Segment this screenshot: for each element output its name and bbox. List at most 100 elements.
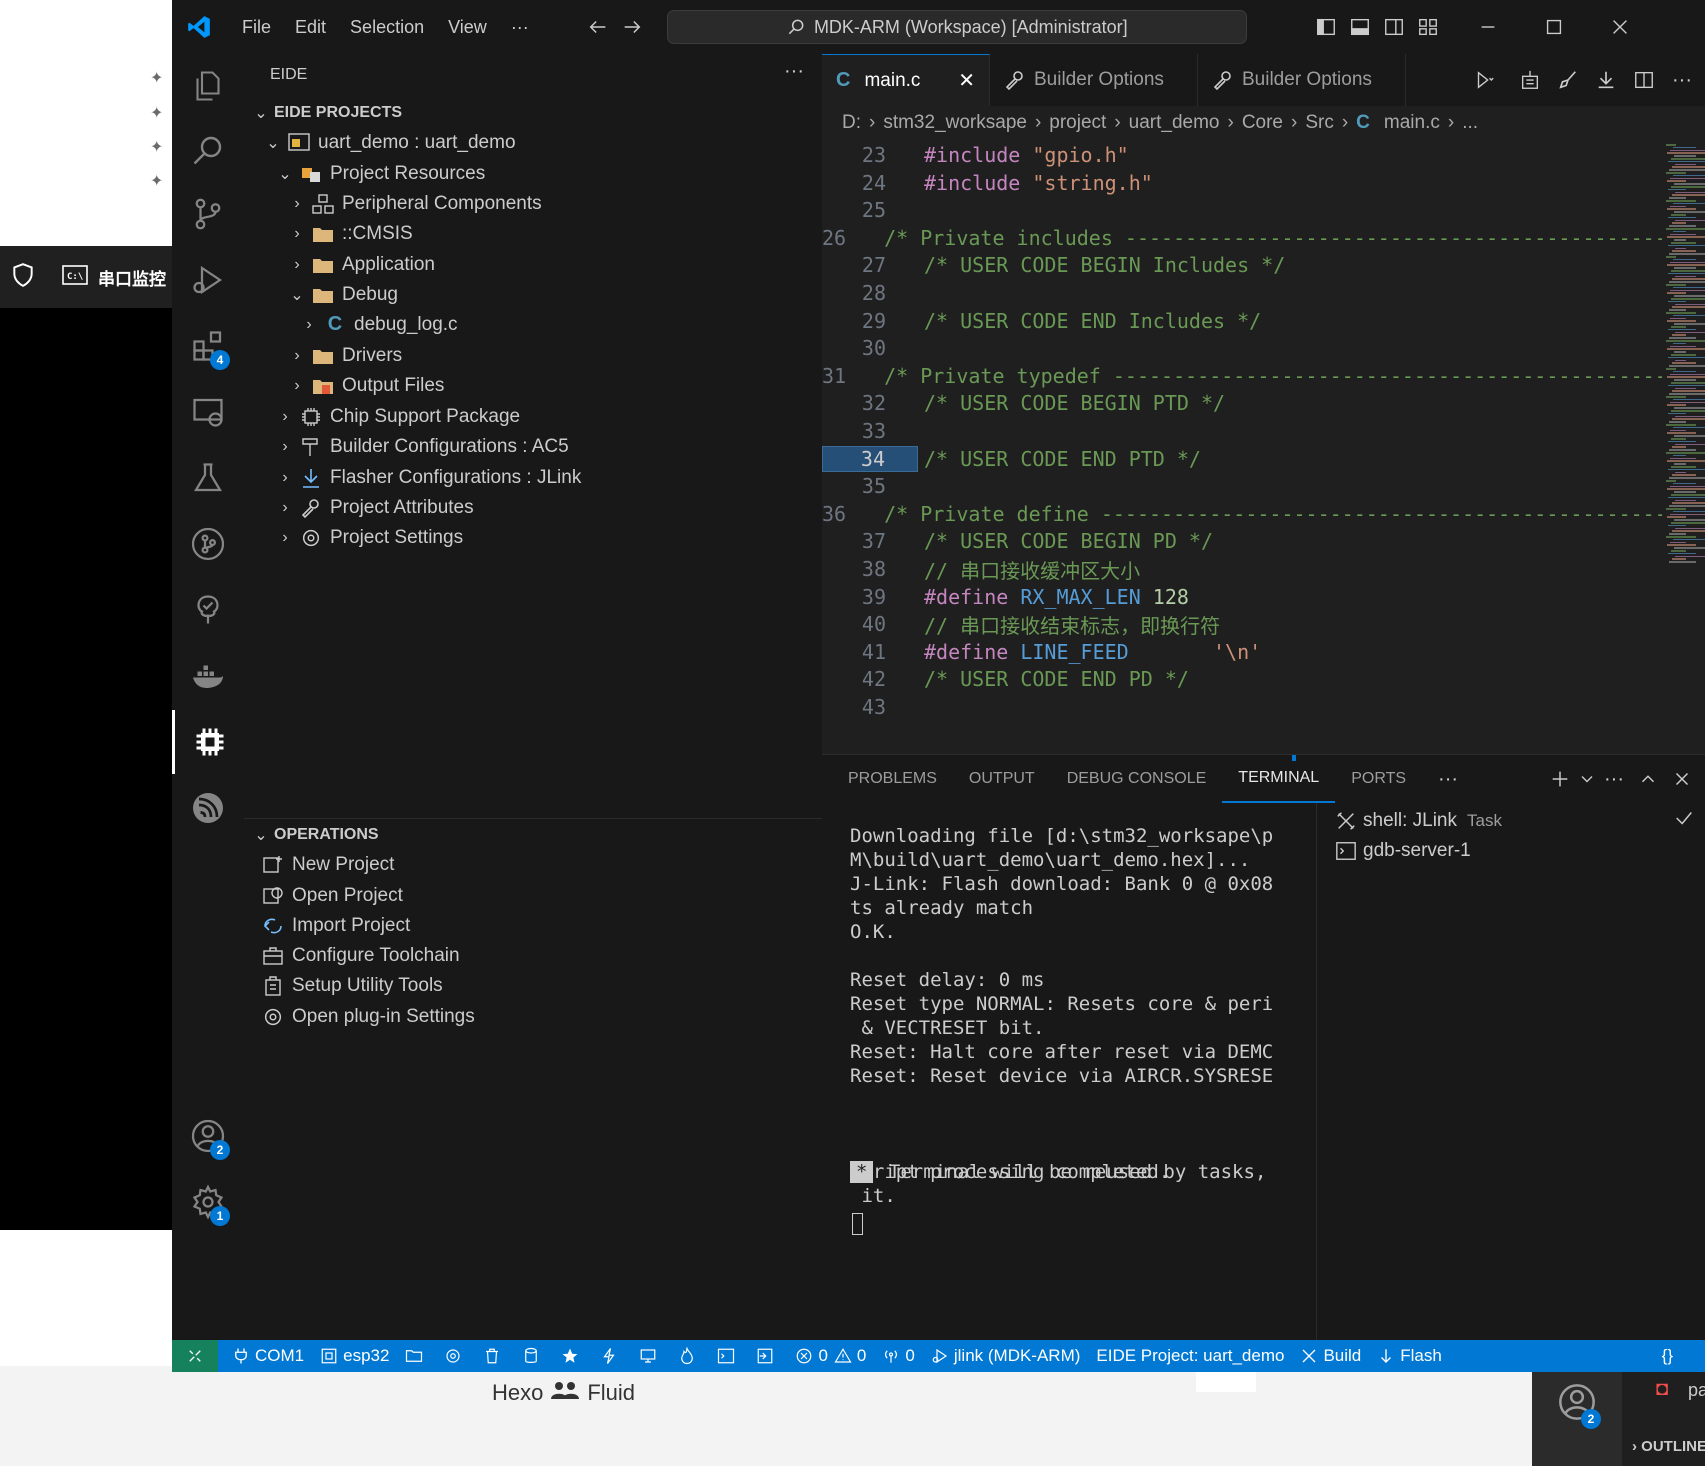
run-debug-icon[interactable] (172, 248, 244, 312)
tree-item-chip-support[interactable]: › Chip Support Package (244, 400, 822, 433)
operation-import-project[interactable]: Import Project (244, 909, 822, 942)
menu-more[interactable]: ··· (499, 17, 541, 38)
operation-configure-toolchain[interactable]: Configure Toolchain (244, 939, 822, 972)
code-line[interactable]: 31 /* Private typedef -------------------… (822, 361, 1662, 391)
code-line[interactable]: 43 (822, 692, 1662, 722)
code-line[interactable]: 28 (822, 278, 1662, 308)
sidebar-more-actions[interactable]: ··· (784, 60, 804, 83)
tree-item-flasher-config[interactable]: › Flasher Configurations : JLink (244, 461, 822, 494)
tab-output[interactable]: OUTPUT (953, 755, 1051, 803)
menu-selection[interactable]: Selection (338, 17, 436, 38)
tree-item-builder-config[interactable]: › Builder Configurations : AC5 (244, 430, 822, 463)
operation-open-project[interactable]: Open Project (244, 879, 822, 912)
flash-download-icon[interactable] (1589, 63, 1623, 97)
tab-builder-options-1[interactable]: Builder Options (990, 54, 1198, 106)
tree-item-drivers[interactable]: › Drivers (244, 339, 822, 372)
database-action[interactable] (514, 1340, 553, 1372)
operation-new-project[interactable]: New Project (244, 848, 822, 881)
tree-item-project-settings[interactable]: › Project Settings (244, 521, 822, 554)
accounts-icon[interactable]: 2 (172, 1104, 244, 1168)
close-tab-icon[interactable]: ✕ (958, 68, 975, 93)
tree-item-project-attributes[interactable]: › Project Attributes (244, 491, 822, 524)
tree-item-project-resources[interactable]: ⌄ Project Resources (244, 157, 822, 190)
code-line[interactable]: 37 /* USER CODE BEGIN PD */ (822, 526, 1662, 556)
language-mode[interactable]: {} (1654, 1340, 1681, 1372)
star-action[interactable] (553, 1340, 592, 1372)
breadcrumb-item[interactable]: ... (1462, 112, 1478, 134)
tab-terminal[interactable]: TERMINAL (1222, 755, 1336, 803)
menu-view[interactable]: View (436, 17, 499, 38)
customize-layout-icon[interactable] (1411, 10, 1445, 44)
espressif-icon[interactable] (172, 776, 244, 840)
debugger-config[interactable]: jlink (MDK-ARM) (923, 1340, 1089, 1372)
code-line[interactable]: 35 (822, 471, 1662, 501)
operation-setup-utility-tools[interactable]: Setup Utility Tools (244, 969, 822, 1002)
terminal-item-gdb-server[interactable]: gdb-server-1 (1335, 835, 1471, 867)
tree-item-debug-log-c[interactable]: › C debug_log.c (244, 308, 822, 341)
folder-action[interactable] (397, 1340, 436, 1372)
flash-button[interactable]: Flash (1369, 1340, 1450, 1372)
tree-item-output-files[interactable]: › Output Files (244, 369, 822, 402)
operation-plugin-settings[interactable]: Open plug-in Settings (244, 1000, 822, 1033)
code-line[interactable]: 23 #include "gpio.h" (822, 140, 1662, 170)
split-editor-icon[interactable] (1627, 63, 1661, 97)
source-control-icon[interactable] (172, 182, 244, 246)
tree-item-application[interactable]: › Application (244, 248, 822, 281)
code-line[interactable]: 32 /* USER CODE BEGIN PTD */ (822, 388, 1662, 418)
board-selector[interactable]: esp32 (312, 1340, 397, 1372)
build-icon[interactable] (1513, 63, 1547, 97)
tab-builder-options-2[interactable]: Builder Options (1198, 54, 1406, 106)
code-line[interactable]: 24 #include "string.h" (822, 168, 1662, 198)
manage-gear-icon[interactable]: 1 (172, 1170, 244, 1234)
code-line[interactable]: 29 /* USER CODE END Includes */ (822, 306, 1662, 336)
explorer-icon[interactable] (172, 54, 244, 118)
account-icon[interactable]: 2 (1557, 1382, 1601, 1429)
minimize-icon[interactable] (1471, 10, 1505, 44)
code-line[interactable]: 40 // 串口接收结束标志，即换行符 (822, 609, 1662, 639)
tree-item-debug[interactable]: ⌄ Debug (244, 278, 822, 311)
code-line[interactable]: 36 /* Private define --------------------… (822, 499, 1662, 529)
breadcrumb-item[interactable]: Core (1242, 112, 1283, 134)
terminal-item-jlink[interactable]: shell: JLink Task (1335, 805, 1695, 837)
breadcrumb-item[interactable]: uart_demo (1129, 112, 1220, 134)
tree-check-icon[interactable] (172, 578, 244, 642)
new-terminal-plus-icon[interactable] (1543, 762, 1577, 796)
build-button[interactable]: Build (1292, 1340, 1369, 1372)
search-activity-icon[interactable] (172, 118, 244, 182)
maximize-icon[interactable] (1537, 10, 1571, 44)
code-line[interactable]: 42 /* USER CODE END PD */ (822, 664, 1662, 694)
remote-indicator[interactable] (172, 1340, 218, 1372)
tab-problems[interactable]: PROBLEMS (832, 755, 953, 803)
forward-arrow-icon[interactable] (615, 10, 649, 44)
extensions-icon[interactable]: 4 (172, 314, 244, 378)
editor-more-icon[interactable]: ··· (1665, 63, 1699, 97)
delete-action[interactable] (475, 1340, 514, 1372)
tree-item-project[interactable]: ⌄ uart_demo : uart_demo (244, 126, 822, 159)
code-line[interactable]: 30 (822, 333, 1662, 363)
close-window-icon[interactable] (1603, 10, 1637, 44)
menu-file[interactable]: File (230, 17, 283, 38)
code-line[interactable]: 34/* USER CODE END PTD */ (822, 444, 1662, 474)
docker-icon[interactable] (172, 644, 244, 708)
breadcrumb-item[interactable]: main.c (1384, 112, 1440, 134)
testing-flask-icon[interactable] (172, 446, 244, 510)
code-line[interactable]: 38 // 串口接收缓冲区大小 (822, 554, 1662, 584)
code-line[interactable]: 41 #define LINE_FEED '\n' (822, 637, 1662, 667)
problems-indicator[interactable]: 0 0 (787, 1340, 874, 1372)
clean-broom-icon[interactable] (1551, 63, 1585, 97)
toggle-secondary-sidebar-icon[interactable] (1377, 10, 1411, 44)
taskbar-app-label[interactable]: 串口监控 (98, 265, 166, 290)
close-panel-icon[interactable] (1665, 762, 1699, 796)
upload-action[interactable] (748, 1340, 787, 1372)
panel-more-tabs[interactable]: ··· (1422, 755, 1474, 803)
terminal-app-icon[interactable]: C:\ (62, 264, 88, 291)
chevron-down-icon[interactable] (1577, 762, 1597, 796)
flash-bolt-action[interactable] (592, 1340, 631, 1372)
minimap[interactable] (1662, 140, 1705, 754)
back-arrow-icon[interactable] (581, 10, 615, 44)
ports-indicator[interactable]: 0 (874, 1340, 922, 1372)
breadcrumb-item[interactable]: Src (1305, 112, 1334, 134)
eide-project-indicator[interactable]: EIDE Project: uart_demo (1088, 1340, 1292, 1372)
com-port[interactable]: COM1 (224, 1340, 312, 1372)
code-line[interactable]: 26 /* Private includes ------------------… (822, 223, 1662, 253)
